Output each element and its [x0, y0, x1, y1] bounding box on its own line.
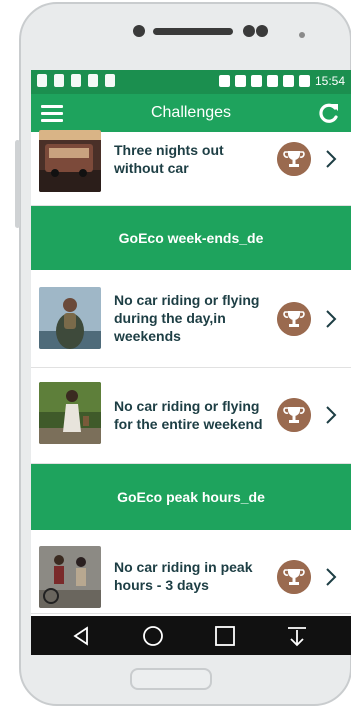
- physical-home-button[interactable]: [130, 668, 212, 690]
- usb-icon: [88, 74, 98, 87]
- chevron-right-icon[interactable]: [323, 565, 339, 589]
- whatsapp-icon: [54, 74, 64, 87]
- page-title: Challenges: [150, 104, 232, 121]
- challenge-item[interactable]: No car riding in peak hours - 3 days: [31, 530, 351, 614]
- signal-icon: [282, 75, 294, 87]
- challenge-title: Three nights out without car: [114, 142, 224, 176]
- vibrate-icon: [250, 75, 262, 87]
- woman-walking-thumbnail: [39, 382, 101, 444]
- status-notification-icons: [37, 74, 115, 87]
- challenge-title: No car riding or flying during the day,i…: [114, 292, 260, 344]
- category-header: GoEco peak hours_de: [31, 464, 351, 530]
- wifi-icon: [266, 75, 278, 87]
- refresh-icon[interactable]: [315, 100, 341, 126]
- challenge-item[interactable]: No car riding or flying for the entire w…: [31, 368, 351, 464]
- chevron-right-icon[interactable]: [323, 147, 339, 171]
- nfc-icon: [234, 75, 246, 87]
- back-icon[interactable]: [69, 624, 93, 648]
- challenge-item[interactable]: No car riding or flying during the day,i…: [31, 270, 351, 368]
- cyclists-thumbnail: [39, 546, 101, 608]
- category-header: GoEco week-ends_de: [31, 206, 351, 270]
- chevron-right-icon[interactable]: [323, 307, 339, 331]
- trophy-icon[interactable]: [277, 560, 311, 594]
- android-nav-bar: [31, 616, 351, 655]
- trophy-icon[interactable]: [277, 398, 311, 432]
- side-volume-button: [15, 140, 20, 228]
- proximity-sensor: [299, 32, 305, 38]
- front-sensor-dot: [243, 25, 255, 37]
- phone-screen: 15:54 Challenges Three nights out withou…: [31, 70, 351, 655]
- android-icon: [105, 74, 115, 87]
- notification-icon: [37, 74, 47, 87]
- front-camera-dot: [133, 25, 145, 37]
- recent-apps-icon[interactable]: [213, 624, 237, 648]
- status-bar: 15:54: [31, 70, 351, 94]
- bluetooth-icon: [218, 75, 230, 87]
- status-system-icons: 15:54: [218, 74, 345, 88]
- bus-street-thumbnail: [39, 130, 101, 192]
- front-sensor-dot-2: [256, 25, 268, 37]
- speaker-grille: [153, 28, 233, 35]
- trophy-icon[interactable]: [277, 302, 311, 336]
- trophy-icon[interactable]: [277, 142, 311, 176]
- battery-icon: [298, 75, 310, 87]
- chevron-right-icon[interactable]: [323, 403, 339, 427]
- challenge-title: No car riding or flying for the entire w…: [114, 398, 263, 432]
- hiker-thumbnail: [39, 287, 101, 349]
- app-bar: Challenges: [31, 94, 351, 132]
- challenge-title: No car riding in peak hours - 3 days: [114, 559, 253, 593]
- hide-keyboard-icon[interactable]: [285, 624, 309, 648]
- challenge-item[interactable]: Three nights out without car: [31, 130, 351, 206]
- home-icon[interactable]: [141, 624, 165, 648]
- battery-icon: [71, 74, 81, 87]
- challenge-list: Three nights out without car GoEco week-…: [31, 130, 351, 614]
- status-time: 15:54: [314, 74, 345, 88]
